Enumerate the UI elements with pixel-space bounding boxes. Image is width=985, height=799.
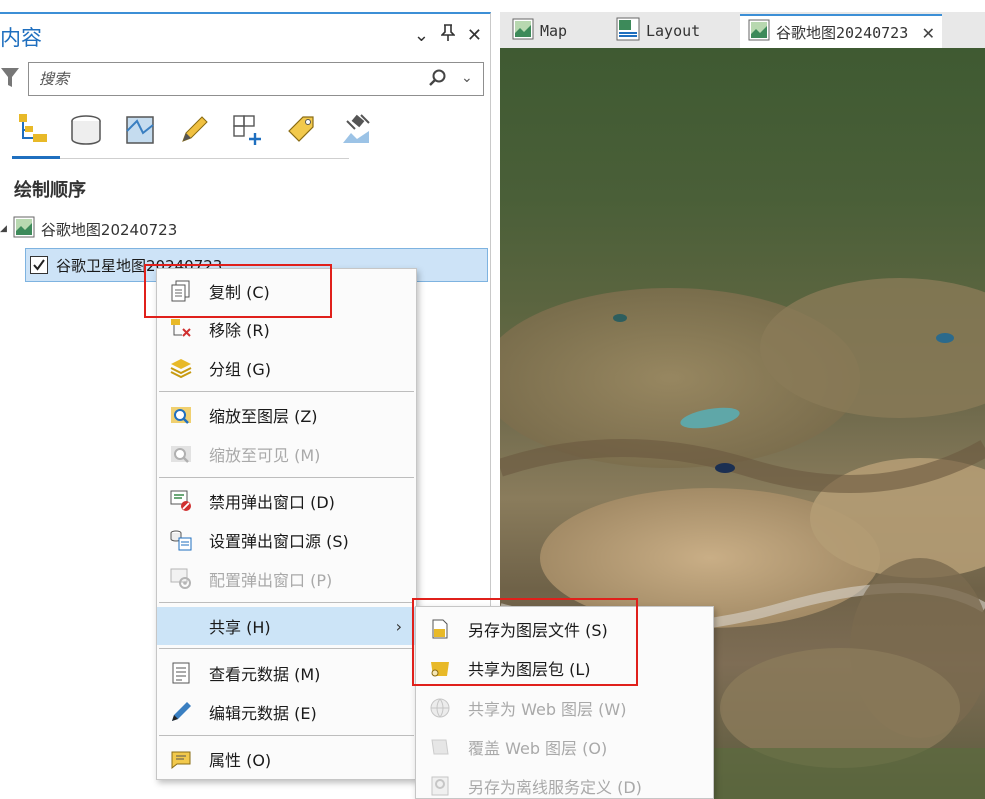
tab-label: 谷歌地图20240723 [776,23,909,42]
submenu-item-offline-service-definition[interactable]: 另存为离线服务定义 (D) [416,767,713,799]
chevron-down-icon[interactable]: ⌄ [414,25,429,46]
section-title: 绘制顺序 [14,180,86,201]
close-icon[interactable]: ✕ [922,20,934,44]
menu-item-disable-popup[interactable]: 禁用弹出窗口 (D) [157,482,416,520]
view-metadata-icon [169,661,193,685]
chevron-right-icon: › [395,616,402,636]
menu-item-edit-metadata[interactable]: 编辑元数据 (E) [157,693,416,731]
menu-item-share[interactable]: 共享 (H) › [157,607,416,645]
menu-item-configure-popup[interactable]: 配置弹出窗口 (P) [157,560,416,598]
selection-icon[interactable] [120,110,160,150]
tab-map[interactable]: Map [504,14,575,48]
labeling-icon[interactable] [282,110,322,150]
edit-metadata-icon [169,700,193,724]
annotation-box-copy [144,264,332,318]
map-icon [512,18,534,44]
view-tabs: Map Layout 谷歌地图20240723 ✕ [500,12,985,48]
close-icon[interactable]: ✕ [467,25,482,46]
layer-context-menu: 复制 (C) 移除 (R) 分组 (G) 缩放至图层 (Z) 缩放至可见 (M)… [156,268,417,780]
map-icon [748,19,770,45]
remove-icon [169,317,193,341]
popup-source-icon [169,528,193,552]
map-icon [13,216,35,242]
disable-popup-icon [169,489,193,513]
menu-item-view-metadata[interactable]: 查看元数据 (M) [157,654,416,692]
search-icon[interactable] [429,69,447,91]
data-source-icon[interactable] [66,110,106,150]
search-input[interactable] [29,63,409,95]
properties-icon [169,747,193,771]
tab-label: Map [540,22,568,40]
menu-separator [159,477,414,478]
map-tree-node[interactable]: ◢ 谷歌地图20240723 [0,216,177,242]
configure-popup-icon [169,567,193,591]
submenu-item-overwrite-web-layer[interactable]: 覆盖 Web 图层 (O) [416,728,713,766]
editing-icon[interactable] [174,110,214,150]
search-box: ⌄ [28,62,484,96]
submenu-item-share-web-layer[interactable]: 共享为 Web 图层 (W) [416,689,713,727]
tab-layout[interactable]: Layout [608,14,708,48]
pin-icon[interactable] [439,24,456,47]
view-toolbar [12,110,376,150]
annotation-box-save-share [412,598,638,686]
group-icon [169,356,193,380]
menu-item-group[interactable]: 分组 (G) [157,349,416,387]
zoom-visible-icon [169,442,193,466]
offline-service-icon [428,774,452,798]
layer-visibility-checkbox[interactable] [30,256,48,274]
menu-separator [159,602,414,603]
menu-separator [159,648,414,649]
snapping-icon[interactable] [228,110,268,150]
layout-icon [616,17,640,45]
drawing-order-icon[interactable] [12,110,52,150]
menu-separator [159,735,414,736]
collapse-triangle-icon[interactable]: ◢ [0,224,7,234]
menu-item-zoom-to-visible[interactable]: 缩放至可见 (M) [157,435,416,473]
tab-label: Layout [646,22,701,40]
filter-icon[interactable] [0,66,20,94]
overwrite-web-layer-icon [428,735,452,759]
perspective-imagery-icon[interactable] [336,110,376,150]
web-layer-icon [428,696,452,720]
active-view-indicator [12,156,60,159]
toolbar-divider [12,158,349,159]
tab-google-map[interactable]: 谷歌地图20240723 ✕ [740,14,943,48]
chevron-down-icon[interactable]: ⌄ [461,70,473,86]
pane-controls: ⌄ ✕ [414,24,482,47]
menu-item-zoom-to-layer[interactable]: 缩放至图层 (Z) [157,396,416,434]
menu-item-set-popup-source[interactable]: 设置弹出窗口源 (S) [157,521,416,559]
map-name: 谷歌地图20240723 [40,220,178,239]
zoom-layer-icon [169,403,193,427]
menu-item-properties[interactable]: 属性 (O) [157,740,416,778]
menu-separator [159,391,414,392]
pane-title: 内容 [0,26,42,50]
